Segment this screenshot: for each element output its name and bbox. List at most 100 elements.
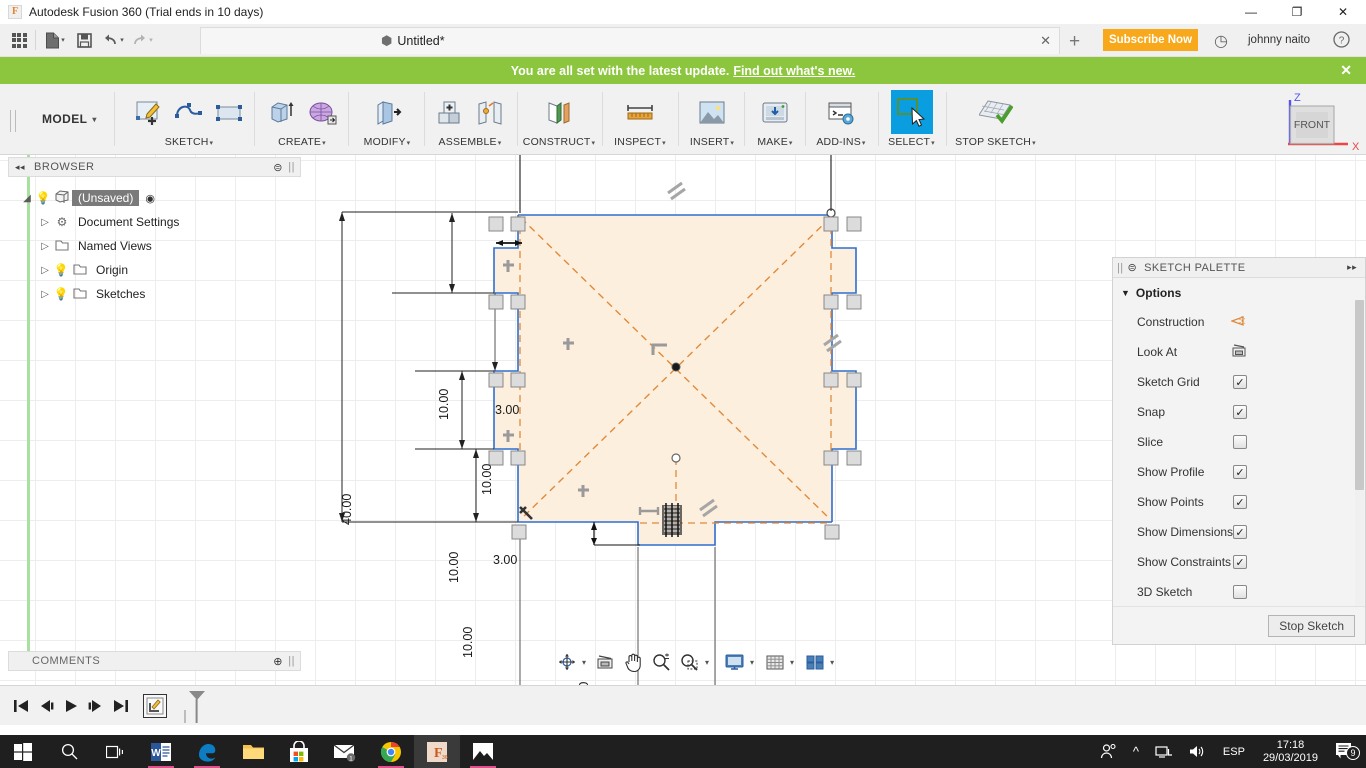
stop-sketch-button[interactable]: Stop Sketch	[1268, 614, 1355, 637]
offset-plane-icon[interactable]	[539, 92, 579, 134]
photos-taskbar-icon[interactable]	[460, 735, 506, 768]
show-profile-checkbox[interactable]: ✓	[1233, 465, 1247, 479]
spline-icon[interactable]	[169, 92, 209, 134]
3d-print-icon[interactable]	[755, 92, 795, 134]
minimize-button[interactable]: —	[1228, 0, 1274, 24]
display-settings-caret[interactable]: ▾	[747, 650, 757, 674]
people-icon[interactable]	[1092, 743, 1125, 760]
sketch-grid-checkbox[interactable]: ✓	[1233, 375, 1247, 389]
joint-icon[interactable]	[470, 92, 510, 134]
palette-row-show-profile[interactable]: Show Profile ✓	[1113, 457, 1365, 487]
banner-link[interactable]: Find out what's new.	[733, 64, 855, 78]
dimension-value-0[interactable]: 40.00	[340, 494, 354, 525]
new-tab-button[interactable]: +	[1069, 31, 1080, 53]
new-component-icon[interactable]	[430, 92, 470, 134]
step-back-icon[interactable]	[33, 699, 58, 713]
form-icon[interactable]	[302, 92, 342, 134]
palette-scrollbar-thumb[interactable]	[1355, 300, 1364, 490]
dimension-value-4[interactable]: 10.00	[447, 552, 461, 583]
dimension-value-2[interactable]: 3.00	[495, 403, 519, 417]
step-forward-icon[interactable]	[83, 699, 108, 713]
network-icon[interactable]	[1147, 744, 1181, 759]
dimension-value-5[interactable]: 3.00	[493, 553, 517, 567]
document-tab-close-icon[interactable]: ✕	[1040, 33, 1051, 49]
palette-row-show-dimensions[interactable]: Show Dimensions ✓	[1113, 517, 1365, 547]
account-username[interactable]: johnny naito	[1248, 34, 1310, 46]
palette-grip-icon[interactable]: ||	[1117, 262, 1124, 274]
show-points-checkbox[interactable]: ✓	[1233, 495, 1247, 509]
store-taskbar-icon[interactable]	[276, 735, 322, 768]
expand-arrow-icon[interactable]: ▷	[38, 289, 52, 300]
start-button[interactable]	[0, 735, 46, 768]
zoom-window-icon[interactable]	[677, 650, 702, 674]
ribbon-group-label-assemble[interactable]: ASSEMBLE▾	[426, 136, 514, 148]
scripts-addins-icon[interactable]	[821, 92, 861, 134]
add-comment-icon[interactable]: ⊕	[273, 655, 283, 668]
show-dimensions-checkbox[interactable]: ✓	[1233, 525, 1247, 539]
show-constraints-checkbox[interactable]: ✓	[1233, 555, 1247, 569]
palette-scrollbar[interactable]	[1355, 300, 1364, 628]
palette-row-construction[interactable]: Construction	[1113, 307, 1365, 337]
browser-item-named-views[interactable]: ▷ Named Views	[20, 234, 300, 258]
zoom-icon[interactable]	[649, 650, 673, 674]
viewports-icon[interactable]	[803, 650, 827, 674]
language-indicator[interactable]: ESP	[1215, 746, 1253, 758]
ribbon-grip[interactable]	[10, 110, 16, 132]
visibility-bulb-icon[interactable]: 💡	[34, 191, 52, 205]
dimension-value-1[interactable]: 10.00	[437, 389, 451, 420]
palette-row-slice[interactable]: Slice	[1113, 427, 1365, 457]
new-document-icon[interactable]: ▾	[42, 27, 68, 53]
active-component-icon[interactable]: ◉	[145, 192, 155, 205]
apps-grid-icon[interactable]	[6, 27, 32, 53]
snap-checkbox[interactable]: ✓	[1233, 405, 1247, 419]
comments-grip-icon[interactable]: ||	[288, 655, 295, 667]
fusion-taskbar-icon[interactable]: F360	[414, 735, 460, 768]
visibility-bulb-icon[interactable]: 💡	[52, 263, 70, 277]
play-icon[interactable]	[58, 699, 83, 713]
orbit-icon[interactable]	[555, 650, 579, 674]
grid-snaps-caret[interactable]: ▾	[787, 650, 797, 674]
job-status-clock-icon[interactable]: ◷	[1214, 31, 1228, 51]
look-at-icon[interactable]	[1231, 343, 1247, 361]
new-document-caret[interactable]: ▾	[61, 36, 65, 44]
task-view-button[interactable]	[92, 735, 138, 768]
3d-sketch-checkbox[interactable]	[1233, 585, 1247, 599]
undo-caret[interactable]: ▾	[120, 36, 124, 44]
ribbon-group-label-make[interactable]: MAKE▾	[746, 136, 804, 148]
volume-icon[interactable]	[1181, 744, 1215, 759]
extrude-icon[interactable]	[262, 92, 302, 134]
search-button[interactable]	[46, 735, 92, 768]
zoom-window-caret[interactable]: ▾	[702, 650, 712, 674]
palette-row-show-points[interactable]: Show Points ✓	[1113, 487, 1365, 517]
subscribe-now-button[interactable]: Subscribe Now	[1103, 29, 1198, 51]
select-icon[interactable]	[890, 90, 933, 134]
palette-row-snap[interactable]: Snap ✓	[1113, 397, 1365, 427]
browser-item-document-settings[interactable]: ▷ ⚙ Document Settings	[20, 210, 300, 234]
go-to-beginning-icon[interactable]	[8, 699, 33, 713]
edge-taskbar-icon[interactable]	[184, 735, 230, 768]
ribbon-group-label-insert[interactable]: INSERT▾	[680, 136, 744, 148]
timeline-sketch-feature[interactable]	[143, 693, 167, 718]
palette-expand-icon[interactable]: ▸▸	[1347, 262, 1357, 273]
document-tab[interactable]: ⬢ Untitled* ✕	[200, 27, 1060, 54]
browser-item-sketches[interactable]: ▷ 💡 Sketches	[20, 282, 300, 306]
ribbon-group-label-select[interactable]: SELECT▾	[880, 136, 943, 148]
tray-expand-chevron-icon[interactable]: ^	[1125, 744, 1147, 759]
palette-row-sketch-grid[interactable]: Sketch Grid ✓	[1113, 367, 1365, 397]
palette-row-3d-sketch[interactable]: 3D Sketch	[1113, 577, 1365, 607]
insert-image-icon[interactable]	[692, 92, 732, 134]
expand-arrow-icon[interactable]: ▷	[38, 217, 52, 228]
construction-line-icon[interactable]	[1230, 314, 1247, 331]
slice-checkbox[interactable]	[1233, 435, 1247, 449]
redo-caret[interactable]: ▾	[149, 36, 153, 44]
help-icon[interactable]: ?	[1333, 31, 1350, 53]
word-taskbar-icon[interactable]: W	[138, 735, 184, 768]
undo-icon[interactable]: ▾	[100, 27, 126, 53]
viewports-caret[interactable]: ▾	[827, 650, 837, 674]
redo-icon[interactable]: ▾	[129, 27, 155, 53]
banner-close-icon[interactable]: ✕	[1340, 62, 1352, 79]
browser-item-origin[interactable]: ▷ 💡 Origin	[20, 258, 300, 282]
close-button[interactable]: ✕	[1320, 0, 1366, 24]
ribbon-group-label-addins[interactable]: ADD-INS▾	[807, 136, 875, 148]
view-cube[interactable]: FRONT Z X	[1272, 92, 1362, 172]
